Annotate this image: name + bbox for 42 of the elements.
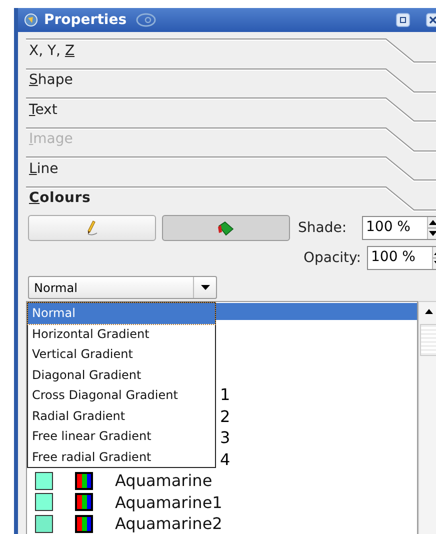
- menu-item[interactable]: Normal: [28, 303, 215, 324]
- menu-item[interactable]: Radial Gradient: [28, 406, 215, 426]
- menu-item[interactable]: Diagonal Gradient: [28, 364, 215, 385]
- section-header[interactable]: X, Y, Z: [26, 38, 436, 68]
- pencil-icon: [85, 220, 99, 236]
- section-header[interactable]: Text: [26, 97, 436, 126]
- fill-colour-button[interactable]: [162, 215, 290, 241]
- scroll-bar[interactable]: [418, 301, 436, 534]
- close-button[interactable]: [426, 13, 436, 27]
- menu-item[interactable]: Cross Diagonal Gradient: [28, 385, 215, 406]
- colour-name: Aquamarine1: [115, 492, 222, 512]
- line-colour-button[interactable]: [28, 215, 156, 241]
- colour-name: Aquamarine: [115, 471, 212, 490]
- section-header[interactable]: Colours: [26, 186, 436, 215]
- rgb-icon: [75, 514, 93, 533]
- rgb-icon: [75, 472, 93, 490]
- restore-icon: [400, 17, 406, 23]
- section-header[interactable]: Shape: [26, 68, 436, 97]
- close-icon: [429, 16, 436, 24]
- menu-item[interactable]: Free radial Gradient: [28, 446, 215, 467]
- opacity-spinbox[interactable]: 100 %: [367, 246, 436, 270]
- menu-item[interactable]: Horizontal Gradient: [28, 324, 215, 344]
- shade-spinbox[interactable]: 100 %: [362, 216, 436, 240]
- colour-row[interactable]: Aquamarine1: [27, 492, 418, 513]
- scroll-up-icon: [424, 308, 434, 316]
- fill-type-dropdown[interactable]: Normal: [28, 276, 217, 299]
- swirl-icon: [134, 12, 157, 28]
- colour-row[interactable]: Aquamarine2: [27, 513, 418, 534]
- shade-label: Shade:: [298, 220, 348, 236]
- window-title: Properties: [44, 12, 127, 28]
- menu-item[interactable]: Vertical Gradient: [28, 344, 215, 364]
- paint-bucket-icon: [217, 220, 235, 236]
- scroll-thumb[interactable]: [420, 324, 436, 356]
- restore-button[interactable]: [396, 13, 410, 27]
- app-icon: [24, 13, 38, 27]
- colour-row[interactable]: Aquamarine: [27, 470, 418, 492]
- menu-item[interactable]: Free linear Gradient: [28, 426, 215, 446]
- rgb-icon: [75, 493, 93, 512]
- opacity-label: Opacity:: [303, 250, 361, 266]
- colour-name: Aquamarine2: [115, 514, 222, 534]
- dropdown-arrow-icon: [200, 285, 210, 290]
- section-header[interactable]: Line: [26, 156, 436, 186]
